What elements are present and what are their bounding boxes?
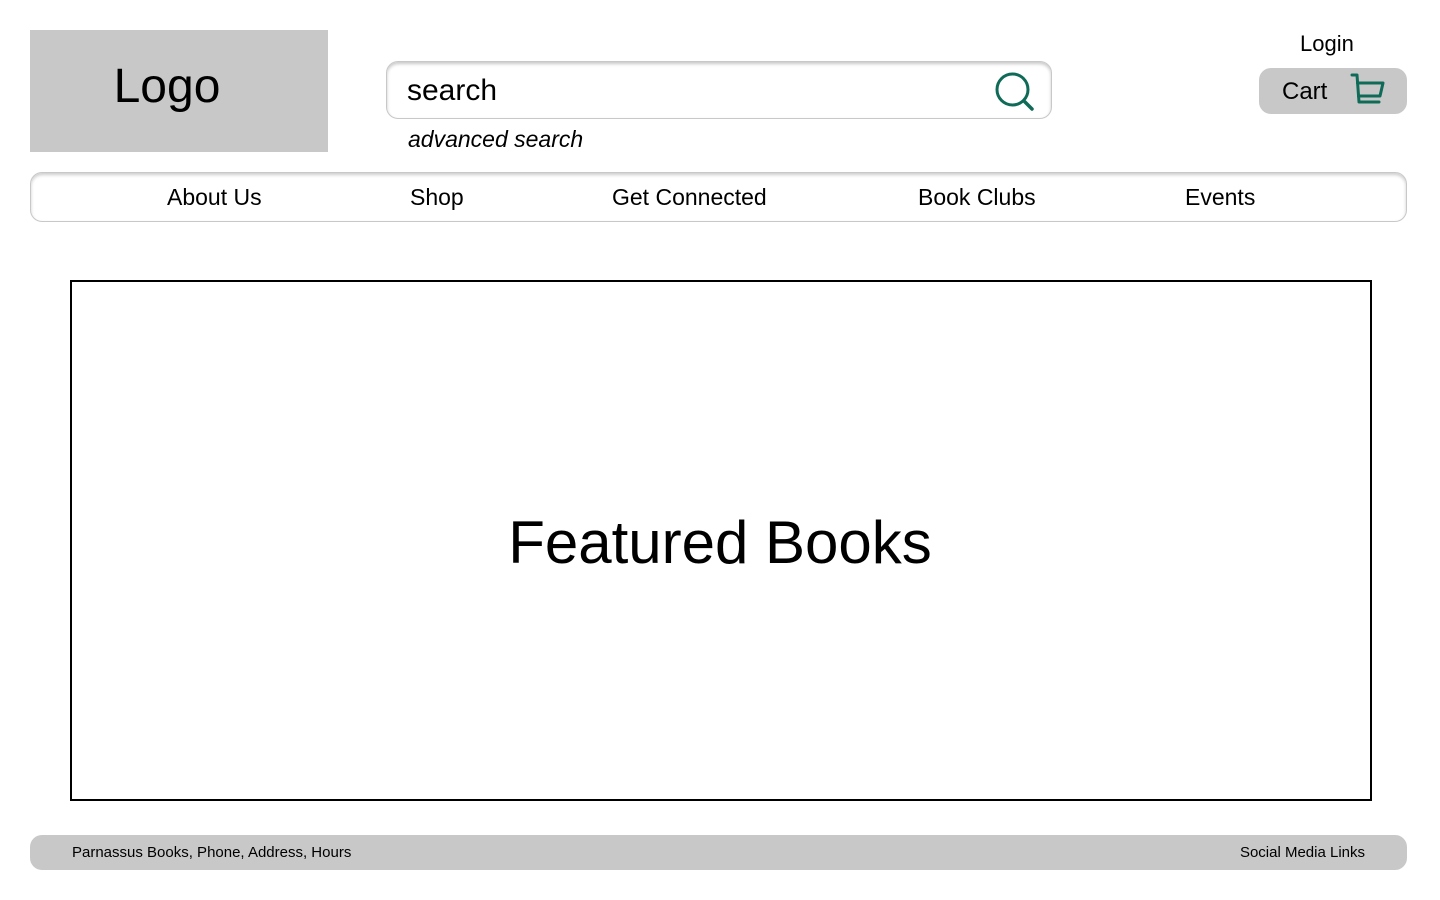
login-link[interactable]: Login xyxy=(1300,31,1354,57)
nav-get-connected[interactable]: Get Connected xyxy=(612,184,767,211)
nav-about-us[interactable]: About Us xyxy=(167,184,262,211)
footer: Parnassus Books, Phone, Address, Hours S… xyxy=(30,835,1407,870)
featured-books-panel: Featured Books xyxy=(70,280,1372,801)
main-nav: About Us Shop Get Connected Book Clubs E… xyxy=(30,172,1407,222)
cart-icon xyxy=(1350,73,1385,104)
cart-label: Cart xyxy=(1282,78,1328,105)
nav-book-clubs[interactable]: Book Clubs xyxy=(918,184,1036,211)
featured-books-title: Featured Books xyxy=(508,509,932,576)
logo[interactable]: Logo xyxy=(30,30,328,152)
cart-button[interactable]: Cart xyxy=(1259,68,1407,114)
social-media-links[interactable]: Social Media Links xyxy=(1240,844,1365,861)
nav-events[interactable]: Events xyxy=(1185,184,1255,211)
footer-store-info: Parnassus Books, Phone, Address, Hours xyxy=(72,844,352,861)
advanced-search-link[interactable]: advanced search xyxy=(408,126,583,153)
search-icon[interactable] xyxy=(994,71,1036,113)
search-input[interactable] xyxy=(407,72,967,110)
logo-text: Logo xyxy=(113,59,221,113)
nav-shop[interactable]: Shop xyxy=(410,184,464,211)
search-box[interactable] xyxy=(386,61,1052,119)
